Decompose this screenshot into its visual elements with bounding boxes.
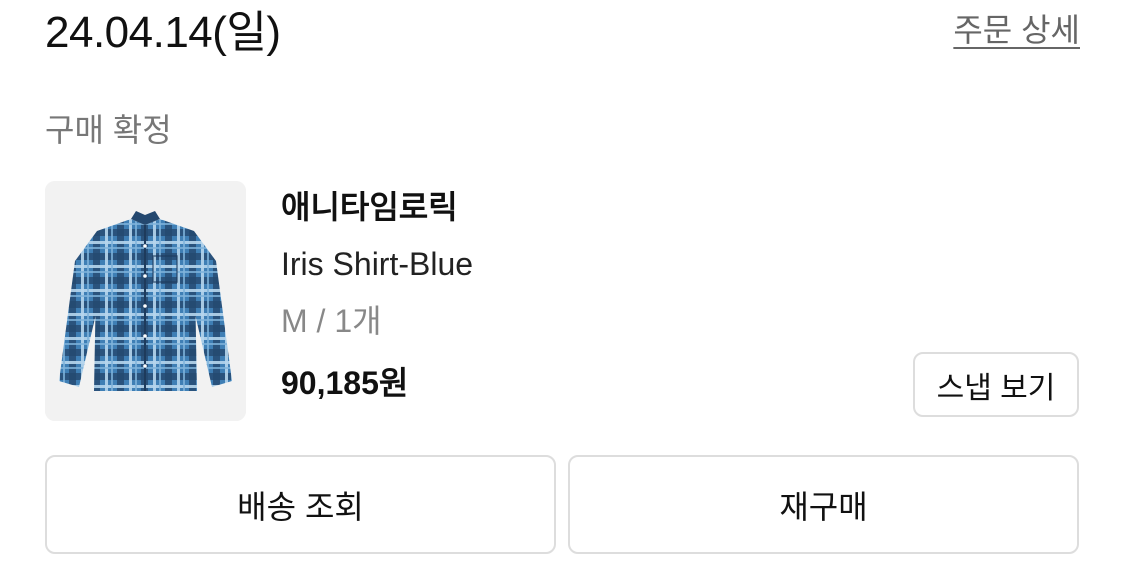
product-price: 90,185원 (281, 365, 409, 401)
order-date: 24.04.14(일) (45, 8, 281, 57)
product-image[interactable] (45, 181, 246, 421)
reorder-button[interactable]: 재구매 (568, 455, 1079, 554)
snap-view-button[interactable]: 스냅 보기 (913, 352, 1079, 417)
product-name[interactable]: Iris Shirt-Blue (281, 243, 473, 285)
plaid-shirt-image (45, 181, 246, 421)
brand-name[interactable]: 애니타임로릭 (281, 186, 458, 228)
product-option: M / 1개 (281, 303, 382, 339)
delivery-tracking-button[interactable]: 배송 조회 (45, 455, 556, 554)
order-detail-link[interactable]: 주문 상세 (953, 10, 1080, 50)
order-status: 구매 확정 (45, 112, 172, 148)
